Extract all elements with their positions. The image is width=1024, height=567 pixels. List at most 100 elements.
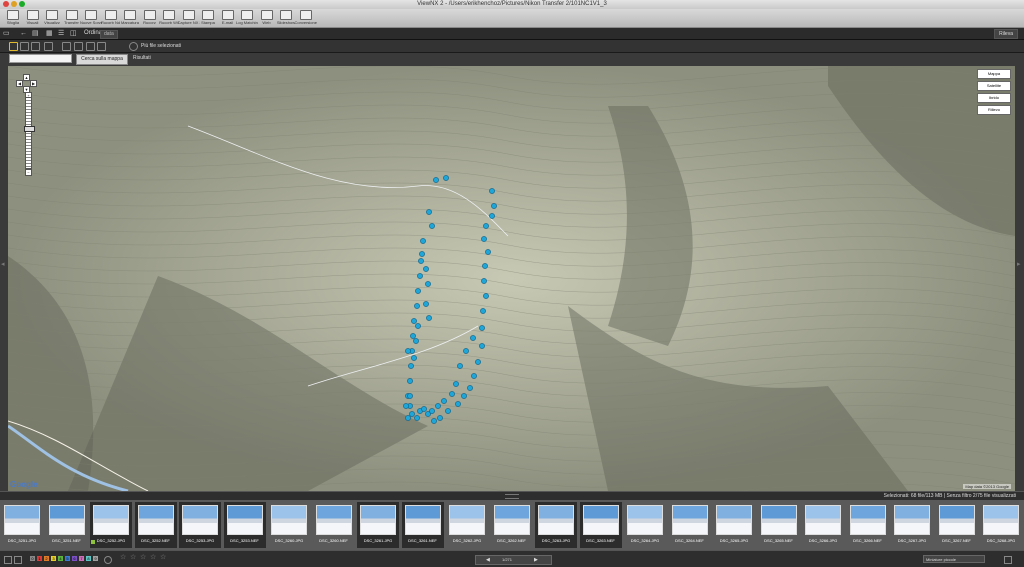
photo-marker-icon <box>471 373 477 379</box>
film-thumbnail[interactable]: DSC_3262.NEF <box>491 502 533 548</box>
map-type-satellite[interactable]: Satellite <box>977 81 1011 91</box>
film-thumbnail[interactable]: DSC_3253.NEF <box>223 502 266 548</box>
film-thumbnail[interactable]: DSC_3265.NEF <box>758 502 800 548</box>
film-thumbnail[interactable]: DSC_3253.JPG <box>179 502 221 548</box>
thumbnail-filename: DSC_3253.JPG <box>185 538 215 543</box>
zoom-slider[interactable] <box>24 97 35 169</box>
map-search-input[interactable] <box>9 54 72 63</box>
film-thumbnail[interactable]: DSC_3268.JPG <box>980 502 1022 548</box>
list-view-icon[interactable]: ☰ <box>58 29 64 38</box>
zoom-slider-icon[interactable] <box>1004 556 1012 564</box>
detect-button[interactable]: Rileva <box>994 29 1018 39</box>
toolbar-icon <box>85 10 97 20</box>
log-tool-icon[interactable] <box>62 42 71 51</box>
terrain-map[interactable] <box>8 66 1015 491</box>
photo-marker-icon <box>405 415 411 421</box>
pan-right-icon[interactable]: ▶ <box>30 80 37 87</box>
film-thumbnail[interactable]: DSC_3252.NEF <box>134 502 177 548</box>
film-thumbnail[interactable]: DSC_3251.NEF <box>46 502 88 548</box>
marker-tool-icon[interactable] <box>44 42 53 51</box>
thumbnail-image <box>894 505 930 535</box>
map-view-icon[interactable]: ◫ <box>70 29 77 38</box>
label-filter-4[interactable]: 4 <box>58 556 63 561</box>
photo-marker-icon <box>429 223 435 229</box>
thumbnail-filename: DSC_3264.JPG <box>630 538 660 543</box>
pan-up-icon[interactable]: ▲ <box>23 74 30 81</box>
folder-up-icon[interactable]: ▤ <box>32 29 39 38</box>
film-thumbnail[interactable]: DSC_3264.JPG <box>624 502 666 548</box>
zoom-slider-thumb[interactable] <box>24 126 35 132</box>
right-panel-handle-icon[interactable]: ▸ <box>1017 260 1023 270</box>
label-filter-1[interactable]: 1 <box>37 556 42 561</box>
film-thumbnail[interactable]: DSC_3262.JPG <box>446 502 488 548</box>
pointer-tool-icon[interactable] <box>9 42 18 51</box>
film-thumbnail[interactable]: DSC_3251.JPG <box>1 502 43 548</box>
label-filter-9[interactable]: 9 <box>93 556 98 561</box>
film-thumbnail[interactable]: DSC_3265.JPG <box>713 502 755 548</box>
thumbnail-filename: DSC_3264.NEF <box>675 538 704 543</box>
label-filter-0[interactable]: 0 <box>30 556 35 561</box>
track-tool-icon[interactable] <box>31 42 40 51</box>
toolbar-label: Conversione <box>294 20 317 25</box>
rating-star-icon[interactable]: ☆ <box>130 554 136 562</box>
next-page-button[interactable]: ▶ <box>534 556 538 564</box>
resize-grip-icon[interactable] <box>505 494 519 499</box>
info-tool-icon[interactable] <box>97 42 106 51</box>
browser-navbar: ▭ ← ▤ ▦ ☰ ◫ Ordina data Rileva <box>0 28 1024 40</box>
map-type-map[interactable]: Mappa <box>977 69 1011 79</box>
label-filter-7[interactable]: 7 <box>79 556 84 561</box>
rating-star-icon[interactable]: ☆ <box>140 554 146 562</box>
film-thumbnail[interactable]: DSC_3252.JPG <box>90 502 132 548</box>
filmstrip-toggle-icon[interactable] <box>4 556 12 564</box>
map-view[interactable]: ▲ ◀ ▶ ▼ + − Mappa Satellite Ibrido Rilie… <box>8 66 1015 491</box>
sort-dropdown[interactable]: data <box>100 30 118 39</box>
back-icon[interactable]: ← <box>20 29 27 38</box>
export-tool-icon[interactable] <box>86 42 95 51</box>
label-filter-2[interactable]: 2 <box>44 556 49 561</box>
map-type-hybrid[interactable]: Ibrido <box>977 93 1011 103</box>
toolbar-icon <box>260 10 273 20</box>
film-thumbnail[interactable]: DSC_3267.NEF <box>936 502 978 548</box>
label-filter-8[interactable]: 8 <box>86 556 91 561</box>
label-filter-6[interactable]: 6 <box>72 556 77 561</box>
film-thumbnail[interactable]: DSC_3260.NEF <box>313 502 355 548</box>
filter-icon[interactable] <box>14 556 22 564</box>
map-type-terrain[interactable]: Rilievo <box>977 105 1011 115</box>
photo-marker-icon <box>433 177 439 183</box>
window-title: ViewNX 2 - /Users/erikhenchoz/Pictures/N… <box>417 1 607 7</box>
film-thumbnail[interactable]: DSC_3261.JPG <box>357 502 399 548</box>
crosshair-icon[interactable] <box>129 42 138 51</box>
photo-marker-icon <box>429 408 435 414</box>
thumbnail-filename: DSC_3266.NEF <box>853 538 882 543</box>
toolbar-icon <box>241 10 253 20</box>
rating-star-icon[interactable]: ☆ <box>160 554 166 562</box>
rating-star-icon[interactable]: ☆ <box>150 554 156 562</box>
film-thumbnail[interactable]: DSC_3264.NEF <box>669 502 711 548</box>
label-filter-5[interactable]: 5 <box>65 556 70 561</box>
prev-page-button[interactable]: ◀ <box>486 556 490 564</box>
film-thumbnail[interactable]: DSC_3260.JPG <box>268 502 310 548</box>
protect-icon[interactable] <box>104 556 112 564</box>
thumbnail-size-select[interactable]: Miniature piccole <box>923 555 985 563</box>
photo-marker-icon <box>467 385 473 391</box>
left-panel-handle-icon[interactable]: ◂ <box>1 260 7 270</box>
settings-tool-icon[interactable] <box>74 42 83 51</box>
photo-marker-icon <box>405 348 411 354</box>
hand-tool-icon[interactable] <box>20 42 29 51</box>
zoom-out-button[interactable]: − <box>25 169 32 176</box>
film-thumbnail[interactable]: DSC_3263.NEF <box>579 502 622 548</box>
film-thumbnail[interactable]: DSC_3267.JPG <box>891 502 933 548</box>
film-thumbnail[interactable]: DSC_3261.NEF <box>401 502 444 548</box>
photo-marker-icon <box>482 263 488 269</box>
rating-star-icon[interactable]: ☆ <box>120 554 126 562</box>
photo-marker-icon <box>423 301 429 307</box>
grid-view-icon[interactable]: ▦ <box>46 29 53 38</box>
sidebar-toggle-icon[interactable]: ▭ <box>3 29 10 38</box>
label-filter-3[interactable]: 3 <box>51 556 56 561</box>
search-map-button[interactable]: Cerca sulla mappa <box>76 54 128 65</box>
pan-left-icon[interactable]: ◀ <box>16 80 23 87</box>
film-thumbnail[interactable]: DSC_3263.JPG <box>535 502 577 548</box>
film-thumbnail[interactable]: DSC_3266.JPG <box>802 502 844 548</box>
toolbar-button-15[interactable]: Conversione <box>295 10 317 26</box>
film-thumbnail[interactable]: DSC_3266.NEF <box>847 502 889 548</box>
